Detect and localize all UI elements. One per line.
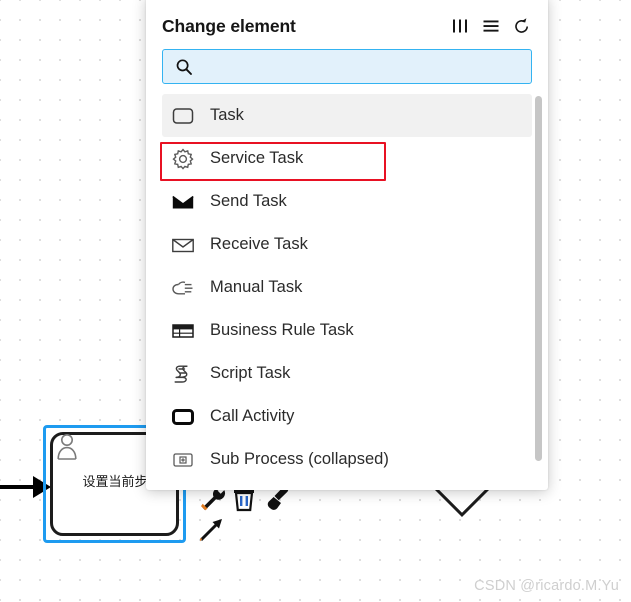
page-title: Change element — [162, 15, 296, 36]
call-activity-icon — [170, 404, 196, 430]
list-item-label: Call Activity — [210, 407, 295, 425]
search-box[interactable] — [162, 49, 532, 84]
list-item-business-rule-task[interactable]: Business Rule Task — [162, 309, 532, 352]
reset-icon[interactable] — [512, 16, 532, 36]
gear-icon — [170, 146, 196, 172]
subprocess-plus-icon — [170, 447, 196, 473]
list-item-task[interactable]: Task — [162, 94, 532, 137]
list-item-call-activity[interactable]: Call Activity — [162, 395, 532, 438]
element-list: Task Service Task Send Task Receive Task Man… — [146, 94, 548, 481]
list-item-manual-task[interactable]: Manual Task — [162, 266, 532, 309]
app-root: 设置当前步 Change element Task Service Task S… — [0, 0, 631, 602]
list-item-label: Receive Task — [210, 235, 308, 253]
envelope-filled-icon — [170, 189, 196, 215]
list-item-label: Business Rule Task — [210, 321, 354, 339]
script-icon — [170, 361, 196, 387]
envelope-outline-icon — [170, 232, 196, 258]
search-input[interactable] — [203, 50, 531, 83]
columns-icon[interactable] — [450, 16, 470, 36]
connect-arrow-icon[interactable] — [198, 515, 226, 543]
search-icon — [176, 58, 192, 75]
watermark: CSDN @ricardo.M.Yu — [474, 578, 619, 594]
list-item-label: Task — [210, 106, 244, 124]
search-container — [146, 40, 548, 94]
list-item-label: Service Task — [210, 149, 304, 167]
hand-icon — [170, 275, 196, 301]
list-item-label: Sub Process (collapsed) — [210, 450, 389, 468]
element-list-container[interactable]: Task Service Task Send Task Receive Task Man… — [146, 94, 548, 490]
list-scrollbar-track[interactable] — [535, 96, 542, 468]
user-icon — [57, 434, 77, 460]
table-icon — [170, 318, 196, 344]
panel-header: Change element — [146, 0, 548, 40]
list-item-receive-task[interactable]: Receive Task — [162, 223, 532, 266]
list-icon[interactable] — [481, 16, 501, 36]
panel-header-actions — [450, 16, 532, 36]
list-item-sub-process-collapsed[interactable]: Sub Process (collapsed) — [162, 438, 532, 481]
list-item-label: Manual Task — [210, 278, 303, 296]
task-icon — [170, 103, 196, 129]
list-item-script-task[interactable]: Script Task — [162, 352, 532, 395]
list-item-send-task[interactable]: Send Task — [162, 180, 532, 223]
list-item-label: Script Task — [210, 364, 291, 382]
list-item-service-task[interactable]: Service Task — [162, 137, 532, 180]
list-scrollbar-thumb[interactable] — [535, 96, 542, 461]
list-item-label: Send Task — [210, 192, 287, 210]
change-element-panel: Change element Task Service Task Send Ta… — [146, 0, 548, 490]
